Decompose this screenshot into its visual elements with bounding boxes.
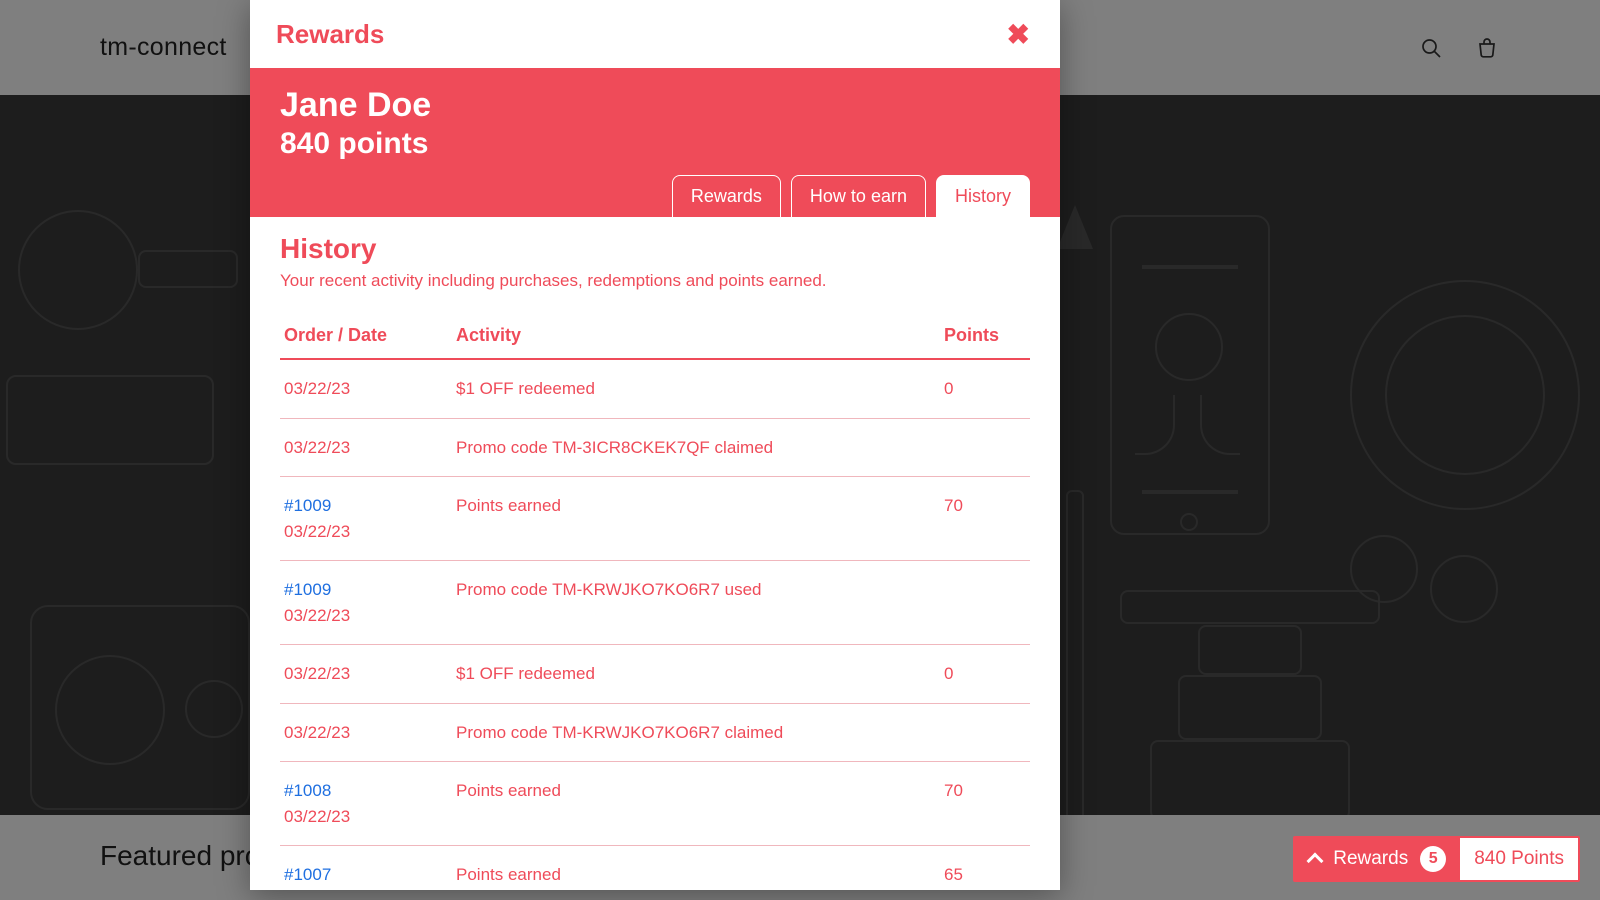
order-link[interactable]: #1007 [284,865,331,884]
customer-summary: Jane Doe 840 points Rewards How to earn … [250,68,1060,217]
tab-rewards[interactable]: Rewards [672,175,781,217]
cell-order-date: 03/22/23 [280,703,452,762]
cell-date: 03/22/23 [284,522,350,541]
cell-date: 03/22/23 [284,606,350,625]
cell-activity: Points earned [452,477,940,561]
table-row: 03/22/23 Promo code TM-KRWJKO7KO6R7 claim… [280,703,1030,762]
cell-date: 03/22/23 [284,723,350,742]
cell-points [940,418,1030,477]
table-row: 03/22/23 $1 OFF redeemed0 [280,359,1030,418]
cell-points [940,703,1030,762]
col-activity: Activity [452,315,940,359]
cell-activity: Promo code TM-3ICR8CKEK7QF claimed [452,418,940,477]
cell-date: 03/22/23 [284,807,350,826]
cell-order-date: #1009 03/22/23 [280,477,452,561]
cell-date: 03/22/23 [284,664,350,683]
table-row: #1009 03/22/23 Points earned70 [280,477,1030,561]
order-link[interactable]: #1009 [284,580,331,599]
modal-title: Rewards [276,19,384,50]
history-heading: History [280,233,1030,265]
cell-activity: $1 OFF redeemed [452,359,940,418]
table-row: 03/22/23 Promo code TM-3ICR8CKEK7QF claim… [280,418,1030,477]
cell-points: 70 [940,477,1030,561]
order-link[interactable]: #1009 [284,496,331,515]
rewards-modal: Rewards ✖ Jane Doe 840 points Rewards Ho… [250,0,1060,890]
table-row: #1008 03/22/23 Points earned70 [280,762,1030,846]
tab-history[interactable]: History [936,175,1030,217]
history-table: Order / Date Activity Points 03/22/23 $1 … [280,315,1030,890]
history-panel: History Your recent activity including p… [250,217,1060,890]
close-icon[interactable]: ✖ [999,14,1038,55]
table-row: #1009 03/22/23 Promo code TM-KRWJKO7KO6R7 … [280,561,1030,645]
cell-order-date: 03/22/23 [280,645,452,704]
cell-points [940,561,1030,645]
cell-activity: $1 OFF redeemed [452,645,940,704]
order-link[interactable]: #1008 [284,781,331,800]
modal-tabs: Rewards How to earn History [280,175,1030,217]
table-row: 03/22/23 $1 OFF redeemed0 [280,645,1030,704]
table-row: #100703/22/23Points earned65 [280,846,1030,891]
customer-name: Jane Doe [280,86,1030,125]
history-subheading: Your recent activity including purchases… [280,271,1030,291]
cell-order-date: 03/22/23 [280,418,452,477]
customer-points: 840 points [280,127,1030,161]
cell-points: 0 [940,645,1030,704]
modal-scroll-area[interactable]: Jane Doe 840 points Rewards How to earn … [250,68,1060,890]
cell-activity: Points earned [452,762,940,846]
rewards-widget-count: 5 [1420,846,1446,872]
rewards-widget-toggle[interactable]: Rewards 5 [1295,838,1460,880]
cell-activity: Points earned [452,846,940,891]
cell-activity: Promo code TM-KRWJKO7KO6R7 claimed [452,703,940,762]
cell-order-date: #1008 03/22/23 [280,762,452,846]
cell-points: 65 [940,846,1030,891]
cell-points: 70 [940,762,1030,846]
rewards-widget-points[interactable]: 840 Points [1460,838,1578,880]
chevron-up-icon [1307,853,1324,870]
cell-date: 03/22/23 [284,379,350,398]
cell-activity: Promo code TM-KRWJKO7KO6R7 used [452,561,940,645]
cell-date: 03/22/23 [284,438,350,457]
cell-points: 0 [940,359,1030,418]
cell-order-date: #1009 03/22/23 [280,561,452,645]
rewards-widget[interactable]: Rewards 5 840 Points [1293,836,1580,882]
tab-how-to-earn[interactable]: How to earn [791,175,926,217]
rewards-widget-label: Rewards [1333,848,1408,870]
cell-order-date: 03/22/23 [280,359,452,418]
modal-header: Rewards ✖ [250,0,1060,68]
cell-order-date: #100703/22/23 [280,846,452,891]
col-points: Points [940,315,1030,359]
col-order-date: Order / Date [280,315,452,359]
